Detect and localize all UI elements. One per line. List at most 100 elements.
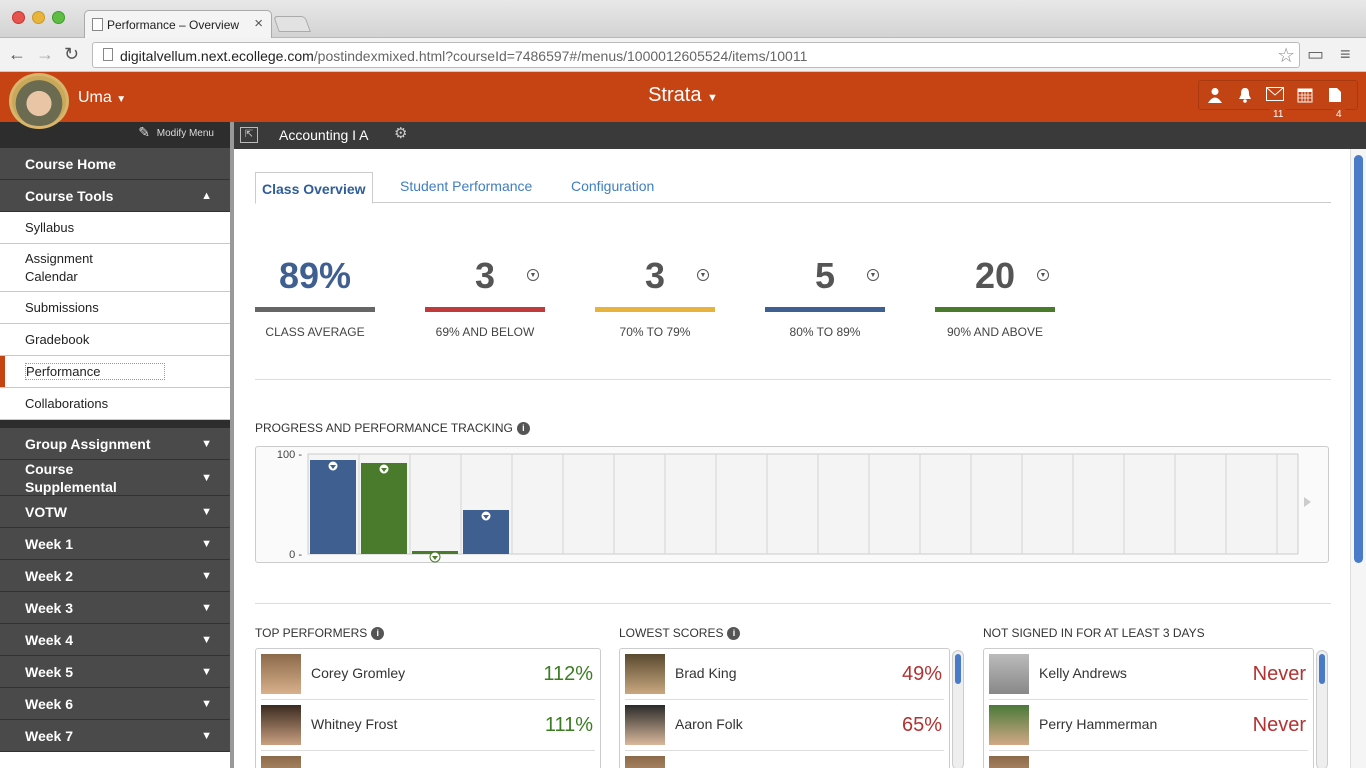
list-item[interactable]: Kelly Andrews Never	[989, 649, 1308, 700]
stat-label: 80% TO 89%	[789, 325, 861, 339]
chart-next-arrow-icon[interactable]	[1304, 497, 1311, 507]
sidebar-section-course-tools[interactable]: Course Tools ▲	[0, 180, 230, 212]
avatar[interactable]	[9, 73, 69, 129]
student-photo	[625, 756, 665, 768]
tracking-chart: 100 - 0 -	[255, 446, 1329, 563]
document-icon[interactable]	[1325, 87, 1345, 105]
sidebar-item-gradebook[interactable]: Gradebook	[0, 324, 230, 356]
chevron-down-icon[interactable]: ▼	[1037, 269, 1049, 281]
bar[interactable]	[361, 463, 407, 554]
chevron-down-icon: ▼	[201, 634, 212, 646]
sidebar-section-week-4[interactable]: Week 4 ▼	[0, 624, 230, 656]
sidebar-item-performance[interactable]: Performance	[0, 356, 230, 388]
menu-icon[interactable]: ≡	[1340, 44, 1351, 65]
list-item[interactable]: Perry Hammerman Never	[989, 700, 1308, 751]
expand-icon[interactable]: ⇱	[240, 127, 258, 143]
info-icon[interactable]: i	[371, 627, 385, 640]
page-scrollbar[interactable]	[1350, 149, 1366, 768]
gear-icon[interactable]: ⚙	[394, 124, 407, 142]
student-score: 65%	[901, 714, 942, 736]
person-icon[interactable]	[1205, 87, 1225, 105]
sidebar-section-week-3[interactable]: Week 3 ▼	[0, 592, 230, 624]
lowest-scores-scrollbar[interactable]	[952, 650, 964, 768]
not-signed-in-scrollbar[interactable]	[1316, 650, 1328, 768]
stat-label: CLASS AVERAGE	[265, 325, 365, 339]
sidebar-item-assignment-calendar[interactable]: Assignment Calendar	[0, 244, 230, 292]
student-photo	[261, 654, 301, 694]
section-label: Week 1	[25, 536, 73, 552]
sidebar-item-syllabus[interactable]: Syllabus	[0, 212, 230, 244]
stat-80-to-89: 5 ▼ 80% TO 89%	[765, 255, 885, 339]
forward-arrow-icon[interactable]: →	[36, 44, 54, 65]
student-name: Corey Gromley	[311, 665, 406, 681]
sidebar-section-week-2[interactable]: Week 2 ▼	[0, 560, 230, 592]
section-label: Course Supplemental	[25, 461, 117, 495]
bar[interactable]	[310, 460, 356, 554]
pencil-icon[interactable]: ✎	[138, 124, 150, 141]
stat-69-and-below: 3 ▼ 69% AND BELOW	[425, 255, 545, 339]
course-title: Accounting I A	[279, 127, 369, 143]
lowest-scores-title: LOWEST SCORES i	[619, 626, 741, 640]
student-score: 111%	[544, 714, 593, 736]
cast-icon[interactable]: ▭	[1307, 44, 1324, 65]
scroll-thumb[interactable]	[955, 654, 961, 684]
sidebar-section-week-6[interactable]: Week 6 ▼	[0, 688, 230, 720]
tab-class-overview[interactable]: Class Overview	[255, 172, 373, 204]
tab-close-icon[interactable]: ×	[254, 15, 263, 32]
sidebar-section-votw[interactable]: VOTW ▼	[0, 496, 230, 528]
close-window-button[interactable]	[12, 11, 25, 24]
zoom-window-button[interactable]	[52, 11, 65, 24]
sidebar-section-week-1[interactable]: Week 1 ▼	[0, 528, 230, 560]
sidebar-section-course-supplemental[interactable]: Course Supplemental ▼	[0, 460, 230, 496]
reload-icon[interactable]: ↻	[64, 44, 79, 65]
minimize-window-button[interactable]	[32, 11, 45, 24]
url-text: digitalvellum.next.ecollege.com/postinde…	[120, 48, 808, 64]
plot-area	[307, 453, 1299, 555]
info-icon[interactable]: i	[727, 627, 741, 640]
chevron-down-icon[interactable]: ▼	[697, 269, 709, 281]
sidebar-item-course-home[interactable]: Course Home	[0, 148, 230, 180]
top-performers-panel: Corey Gromley 112% Whitney Frost 111%	[255, 648, 601, 768]
bell-icon[interactable]	[1235, 87, 1255, 105]
list-item[interactable]: Whitney Frost 111%	[261, 700, 595, 751]
chevron-down-icon: ▼	[201, 538, 212, 550]
sidebar-section-group-assignment[interactable]: Group Assignment ▼	[0, 428, 230, 460]
tab-student-performance[interactable]: Student Performance	[400, 178, 532, 194]
browser-tab[interactable]: Performance – Overview ×	[84, 10, 272, 38]
content-tabs: Class Overview Student Performance Confi…	[255, 170, 1331, 204]
brand-menu[interactable]: Strata ▼	[0, 84, 1366, 107]
mail-icon[interactable]	[1265, 87, 1285, 105]
address-bar[interactable]: digitalvellum.next.ecollege.com/postinde…	[92, 42, 1300, 68]
list-item[interactable]: Corey Gromley 112%	[261, 649, 595, 700]
tab-configuration[interactable]: Configuration	[571, 178, 654, 194]
docs-count-badge: 4	[1333, 108, 1345, 121]
scroll-thumb[interactable]	[1319, 654, 1325, 684]
modify-menu-link[interactable]: Modify Menu	[157, 128, 214, 139]
back-arrow-icon[interactable]: ←	[8, 44, 26, 65]
chevron-down-icon[interactable]: ▼	[527, 269, 539, 281]
sidebar-section-week-7[interactable]: Week 7 ▼	[0, 720, 230, 752]
student-name: Whitney Frost	[311, 716, 398, 732]
scroll-thumb[interactable]	[1354, 155, 1363, 563]
list-item[interactable]: Brad King 49%	[625, 649, 944, 700]
last-signin: Never	[1252, 714, 1306, 736]
new-tab-button[interactable]	[273, 16, 311, 32]
stat-label: 69% AND BELOW	[435, 325, 535, 339]
info-icon[interactable]: i	[516, 422, 530, 435]
list-item[interactable]	[261, 751, 595, 768]
sidebar-item-collaborations[interactable]: Collaborations	[0, 388, 230, 420]
chevron-down-icon[interactable]: ▼	[867, 269, 879, 281]
mail-count-badge: 11	[1270, 108, 1287, 121]
page-icon	[103, 48, 113, 61]
list-item[interactable]: Aaron Folk 65%	[625, 700, 944, 751]
calendar-icon[interactable]	[1295, 87, 1315, 105]
sidebar-scrollbar[interactable]	[230, 122, 234, 768]
sidebar-item-submissions[interactable]: Submissions	[0, 292, 230, 324]
list-item[interactable]	[625, 751, 944, 768]
sidebar-item-label: Collaborations	[25, 396, 109, 411]
list-item[interactable]	[989, 751, 1308, 768]
section-label: Week 7	[25, 728, 73, 744]
stat-90-and-above: 20 ▼ 90% AND ABOVE	[935, 255, 1055, 339]
sidebar-section-week-5[interactable]: Week 5 ▼	[0, 656, 230, 688]
bookmark-star-icon[interactable]: ☆	[1277, 43, 1295, 68]
